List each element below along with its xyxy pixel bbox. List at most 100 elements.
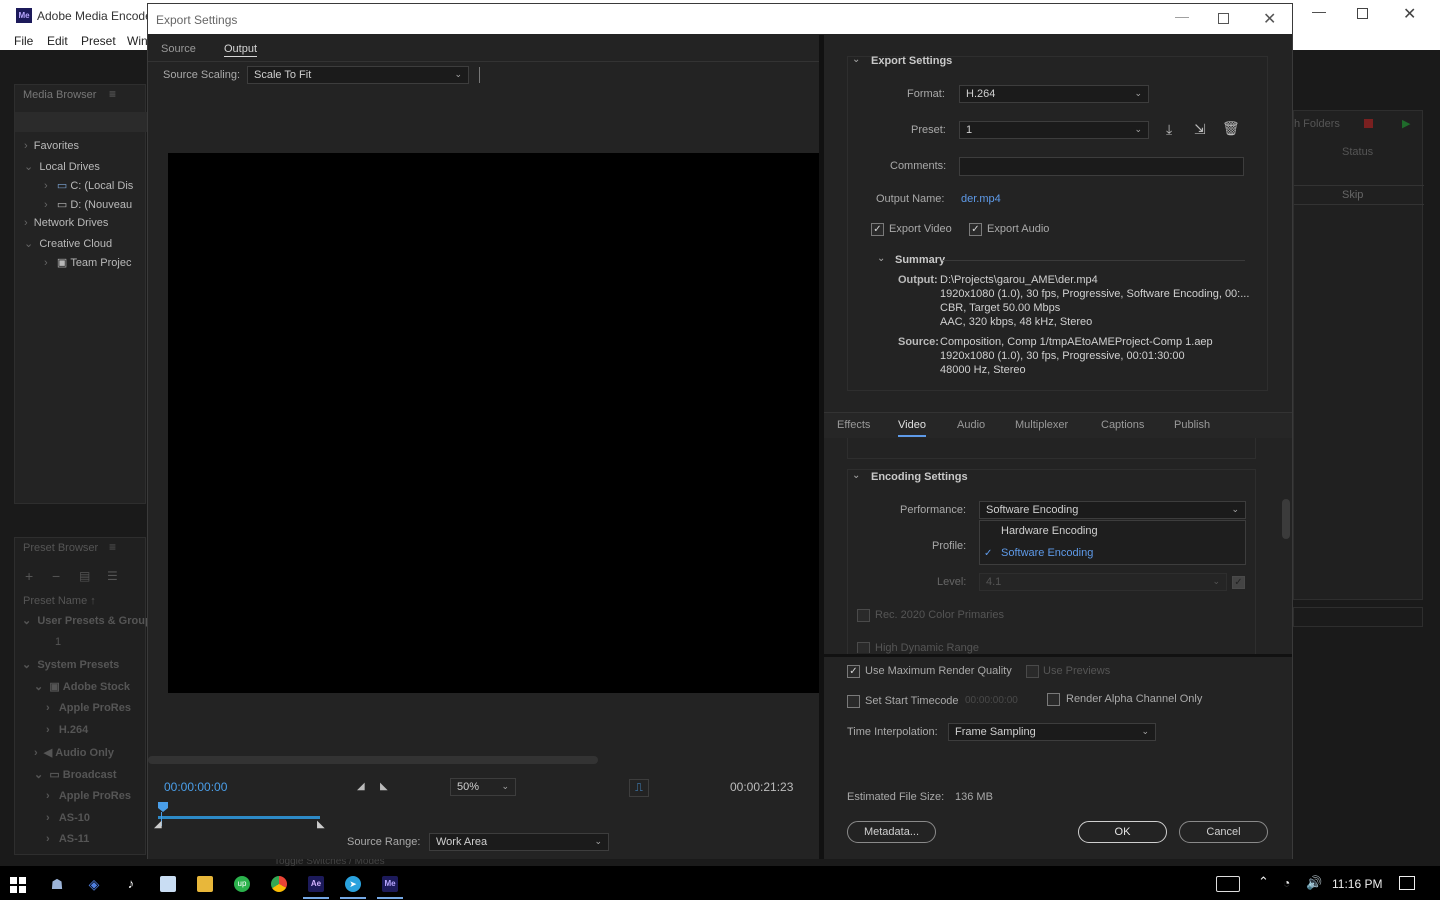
import-preset-icon[interactable]: ⇲	[1194, 121, 1206, 138]
menu-window[interactable]: Win	[127, 34, 148, 48]
in-point-marker-icon[interactable]: ◢	[154, 819, 162, 830]
set-out-point-icon[interactable]: ◣	[380, 781, 388, 792]
upwork-icon[interactable]: up	[234, 876, 250, 892]
preset-as10[interactable]: › AS-10	[46, 812, 90, 824]
media-search-field[interactable]	[15, 112, 147, 132]
people-icon[interactable]: ☗	[49, 876, 65, 892]
collapse-export-settings-icon[interactable]: ⌄	[852, 54, 860, 65]
preset-h264[interactable]: › H.264	[46, 724, 88, 736]
notepad-icon[interactable]	[160, 876, 176, 892]
tab-output[interactable]: Output	[224, 43, 258, 57]
file-explorer-icon[interactable]	[197, 876, 213, 892]
use-previews-checkbox[interactable]	[1026, 665, 1039, 678]
aspect-ratio-icon[interactable]: ⎍	[629, 779, 649, 797]
clock-time[interactable]: 11:16 PM	[1332, 877, 1382, 891]
max-render-quality-checkbox[interactable]: ✓	[847, 665, 860, 678]
app-pinned-icon[interactable]: ◈	[86, 876, 102, 892]
option-software-encoding[interactable]: Software Encoding	[1001, 547, 1093, 559]
tab-video[interactable]: Video	[898, 419, 926, 437]
tab-publish[interactable]: Publish	[1174, 419, 1210, 431]
option-hardware-encoding[interactable]: Hardware Encoding	[1001, 525, 1098, 537]
delete-preset-icon[interactable]: 🗑	[1222, 120, 1240, 137]
preset-user-group[interactable]: ⌄ User Presets & Group	[22, 614, 152, 627]
tab-effects[interactable]: Effects	[837, 419, 870, 431]
output-name-link[interactable]: der.mp4	[961, 193, 1001, 205]
tree-drive-c[interactable]: › ▭ C: (Local Dis	[44, 179, 146, 192]
tree-network-drives[interactable]: › Network Drives	[24, 217, 108, 229]
preset-apple-prores[interactable]: › Apple ProRes	[46, 702, 131, 714]
collapse-encoding-icon[interactable]: ⌄	[852, 470, 860, 481]
tree-creative-cloud[interactable]: ⌄ Creative Cloud	[24, 237, 112, 250]
out-point-marker-icon[interactable]: ◣	[317, 819, 325, 830]
start-queue-icon[interactable]: ▶	[1402, 117, 1410, 130]
start-timecode-checkbox[interactable]	[847, 695, 860, 708]
volume-icon[interactable]: 🔊	[1306, 875, 1322, 891]
preset-audio-only[interactable]: › ◀ Audio Only	[34, 746, 114, 759]
ok-button[interactable]: OK	[1078, 821, 1167, 843]
metadata-button[interactable]: Metadata...	[847, 821, 936, 843]
dialog-maximize-icon[interactable]	[1218, 13, 1229, 24]
collapse-summary-icon[interactable]: ⌄	[877, 253, 885, 264]
work-area-bar[interactable]	[158, 816, 320, 819]
preset-panel-menu-icon[interactable]: ≡	[109, 540, 116, 554]
preset-item-1[interactable]: 1	[55, 636, 61, 648]
chevron-up-icon[interactable]: ⌃	[1258, 874, 1269, 890]
export-audio-checkbox[interactable]: ✓	[969, 223, 982, 236]
dialog-minimize-icon[interactable]: —	[1175, 8, 1189, 24]
source-scaling-dropdown[interactable]: Scale To Fit ⌄	[247, 66, 469, 84]
stop-queue-icon[interactable]	[1364, 119, 1373, 128]
after-effects-icon[interactable]: Ae	[308, 876, 324, 892]
tab-multiplexer[interactable]: Multiplexer	[1015, 419, 1068, 431]
menu-preset[interactable]: Preset	[81, 34, 116, 48]
app-close-icon[interactable]: ✕	[1403, 4, 1416, 24]
format-dropdown[interactable]: H.264 ⌄	[959, 85, 1149, 103]
performance-dropdown[interactable]: Software Encoding ⌄	[979, 501, 1246, 519]
preset-settings-icon[interactable]: ☰	[107, 569, 118, 583]
tab-source[interactable]: Source	[161, 43, 196, 55]
tab-audio[interactable]: Audio	[957, 419, 985, 431]
notifications-icon[interactable]	[1399, 876, 1415, 890]
level-match-checkbox[interactable]: ✓	[1232, 576, 1245, 589]
preset-dropdown[interactable]: 1 ⌄	[959, 121, 1149, 139]
settings-scrollbar[interactable]	[1282, 499, 1290, 539]
cancel-button[interactable]: Cancel	[1179, 821, 1268, 843]
rec2020-checkbox[interactable]	[857, 609, 870, 622]
source-range-dropdown[interactable]: Work Area ⌄	[429, 833, 609, 851]
network-icon[interactable]: ◔	[1283, 876, 1290, 890]
preset-name-column[interactable]: Preset Name ↑	[23, 595, 96, 607]
save-preset-icon[interactable]: ⤓	[1166, 121, 1172, 138]
comments-input[interactable]	[959, 157, 1244, 176]
remove-preset-icon[interactable]: −	[52, 568, 60, 584]
tree-local-drives[interactable]: ⌄ Local Drives	[24, 160, 100, 173]
menu-edit[interactable]: Edit	[47, 34, 68, 48]
dialog-close-icon[interactable]: ✕	[1263, 9, 1276, 29]
chrome-icon[interactable]	[271, 876, 287, 892]
zoom-dropdown[interactable]: 50% ⌄	[450, 778, 516, 796]
app-maximize-icon[interactable]	[1357, 8, 1368, 19]
time-interpolation-dropdown[interactable]: Frame Sampling ⌄	[948, 723, 1156, 741]
start-timecode-value[interactable]: 00:00:00:00	[965, 695, 1018, 706]
tree-team-projects[interactable]: › ▣ Team Projec	[44, 256, 146, 269]
tree-drive-d[interactable]: › ▭ D: (Nouveau	[44, 198, 146, 211]
preset-broadcast-prores[interactable]: › Apple ProRes	[46, 790, 131, 802]
alpha-channel-checkbox[interactable]	[1047, 693, 1060, 706]
export-video-checkbox[interactable]: ✓	[871, 223, 884, 236]
add-preset-icon[interactable]: +	[25, 568, 33, 584]
preset-adobe-stock[interactable]: ⌄ ▣ Adobe Stock	[34, 680, 130, 693]
windows-start-icon[interactable]	[10, 877, 26, 893]
menu-file[interactable]: File	[14, 34, 33, 48]
level-dropdown[interactable]: 4.1 ⌄	[979, 573, 1227, 591]
preset-broadcast[interactable]: ⌄ ▭ Broadcast	[34, 768, 117, 781]
set-in-point-icon[interactable]: ◢	[357, 781, 365, 792]
panel-menu-icon[interactable]: ≡	[109, 87, 116, 101]
media-encoder-taskbar-icon[interactable]: Me	[382, 876, 398, 892]
app-minimize-icon[interactable]: —	[1312, 3, 1326, 19]
telegram-icon[interactable]: ➤	[345, 876, 361, 892]
tree-favorites[interactable]: › Favorites	[24, 140, 79, 152]
preset-group-icon[interactable]: ▤	[79, 569, 90, 583]
queue-dropdown[interactable]	[1293, 607, 1423, 627]
hdr-checkbox[interactable]	[857, 642, 870, 653]
preview-scrollbar[interactable]	[148, 756, 598, 764]
tiktok-icon[interactable]: ♪	[123, 876, 139, 892]
keyboard-icon[interactable]	[1216, 876, 1240, 892]
